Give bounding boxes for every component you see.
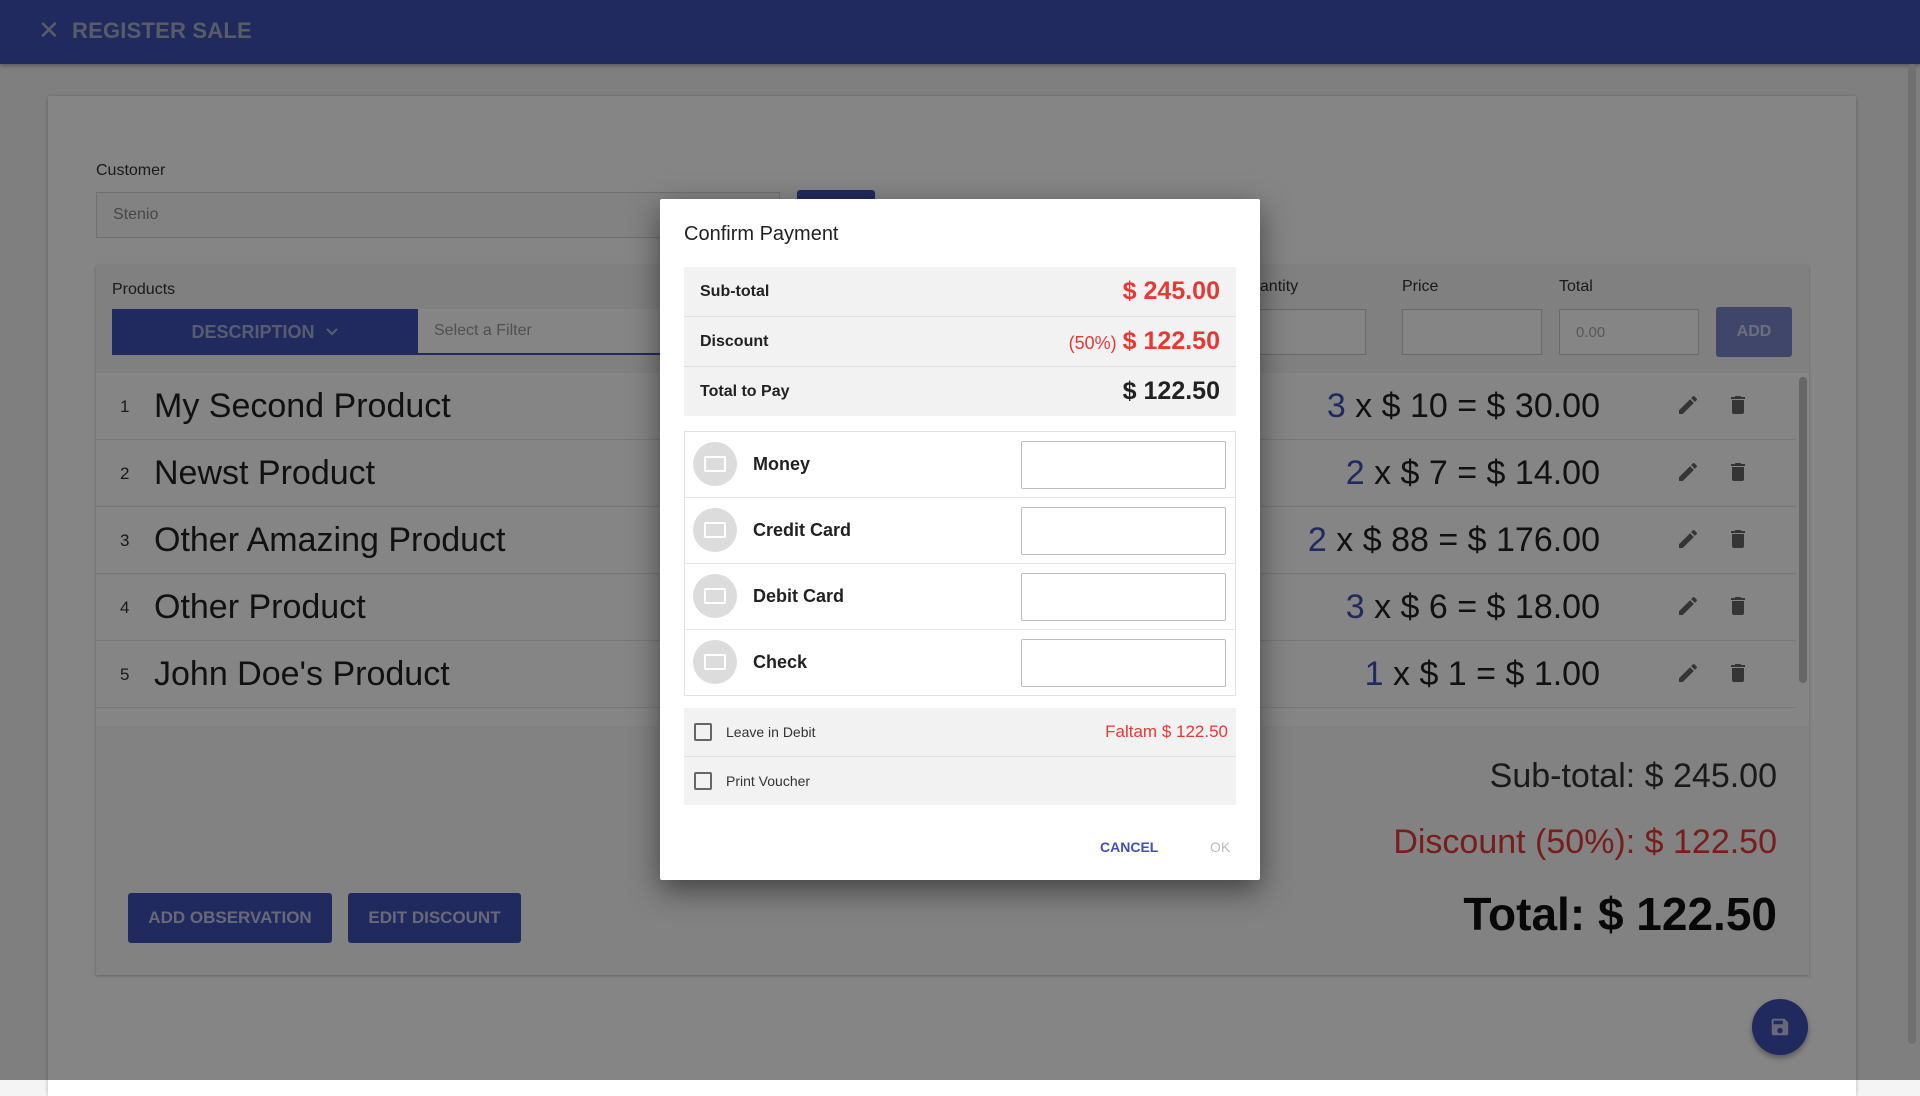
credit-card-amount-input[interactable] bbox=[1021, 507, 1226, 555]
total-to-pay-label: Total to Pay bbox=[700, 383, 790, 400]
ok-button[interactable]: OK bbox=[1210, 839, 1230, 855]
payment-method-label: Check bbox=[753, 652, 808, 672]
option-print-voucher: Print Voucher bbox=[684, 757, 1236, 805]
cancel-button[interactable]: CANCEL bbox=[1100, 839, 1158, 855]
payment-method-debit-card: Debit Card bbox=[685, 564, 1235, 630]
summary-row-subtotal: Sub-total $ 245.00 bbox=[684, 267, 1236, 317]
subtotal-value: $ 245.00 bbox=[1122, 277, 1220, 305]
money-amount-input[interactable] bbox=[1021, 441, 1226, 489]
total-to-pay-value: $ 122.50 bbox=[1122, 377, 1220, 405]
discount-value: $ 122.50 bbox=[1122, 327, 1220, 355]
subtotal-label: Sub-total bbox=[700, 283, 770, 300]
summary-row-total: Total to Pay $ 122.50 bbox=[684, 367, 1236, 416]
check-amount-input[interactable] bbox=[1021, 639, 1226, 687]
payment-methods: Money Credit Card Debit Card Check bbox=[684, 431, 1236, 696]
credit-card-icon bbox=[693, 508, 737, 552]
payment-options: Leave in Debit Faltam $ 122.50 Print Vou… bbox=[684, 708, 1236, 805]
print-voucher-checkbox[interactable] bbox=[694, 772, 712, 790]
summary-row-discount: Discount (50%) $ 122.50 bbox=[684, 317, 1236, 367]
payment-method-credit-card: Credit Card bbox=[685, 498, 1235, 564]
check-icon bbox=[693, 640, 737, 684]
discount-value-group: (50%) $ 122.50 bbox=[1069, 327, 1220, 356]
print-voucher-label: Print Voucher bbox=[726, 773, 811, 789]
debit-card-amount-input[interactable] bbox=[1021, 573, 1226, 621]
payment-method-label: Money bbox=[753, 454, 811, 474]
discount-label: Discount bbox=[700, 333, 769, 350]
payment-summary: Sub-total $ 245.00 Discount (50%) $ 122.5… bbox=[684, 267, 1236, 416]
option-leave-in-debit: Leave in Debit Faltam $ 122.50 bbox=[684, 708, 1236, 757]
payment-method-check: Check bbox=[685, 630, 1235, 695]
confirm-payment-dialog: Confirm Payment Sub-total $ 245.00 Disco… bbox=[660, 199, 1260, 880]
dialog-title: Confirm Payment bbox=[684, 223, 839, 245]
discount-percent: (50%) bbox=[1068, 333, 1117, 353]
payment-method-money: Money bbox=[685, 432, 1235, 498]
money-icon bbox=[693, 442, 737, 486]
payment-method-label: Credit Card bbox=[753, 520, 852, 540]
leave-in-debit-label: Leave in Debit bbox=[726, 724, 816, 740]
leave-in-debit-checkbox[interactable] bbox=[694, 723, 712, 741]
debit-card-icon bbox=[693, 574, 737, 618]
missing-amount: Faltam $ 122.50 bbox=[1105, 722, 1228, 741]
payment-method-label: Debit Card bbox=[753, 586, 845, 606]
